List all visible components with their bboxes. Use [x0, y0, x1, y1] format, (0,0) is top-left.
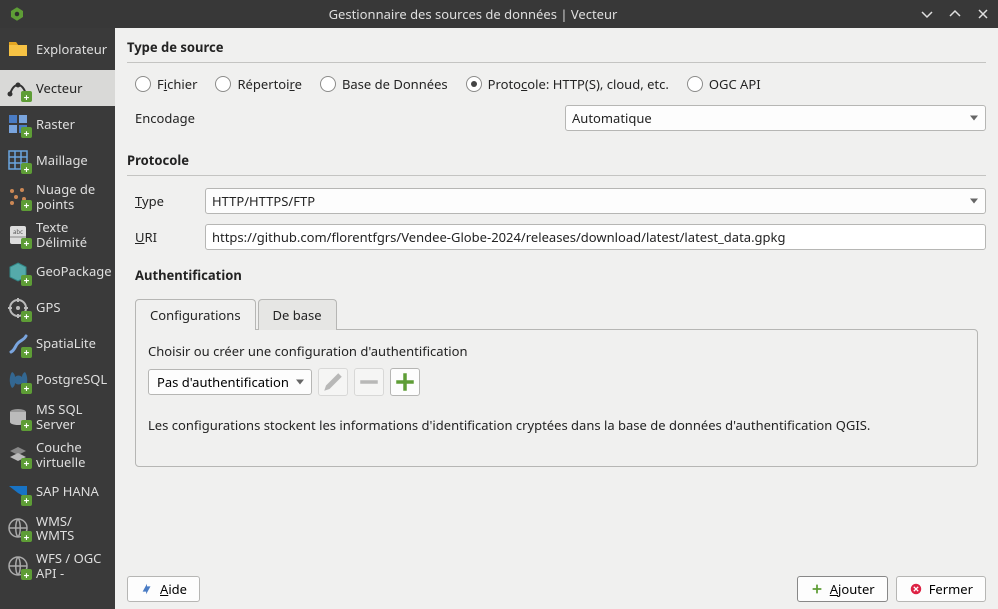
pointcloud-icon	[6, 185, 30, 209]
auth-note-text: Les configurations stockent les informat…	[148, 416, 965, 434]
protocol-uri-input[interactable]	[205, 224, 986, 250]
app-icon	[8, 5, 26, 23]
button-label: Fermer	[929, 580, 973, 598]
sidebar-item-maillage[interactable]: Maillage	[0, 142, 115, 178]
auth-choose-text: Choisir ou créer une configuration d'aut…	[148, 342, 965, 360]
radio-dot-icon	[215, 76, 231, 92]
vector-icon	[6, 76, 30, 100]
folder-icon	[6, 37, 30, 61]
sidebar-item-mssql[interactable]: MS SQL Server	[0, 398, 115, 436]
sidebar-item-label: Vecteur	[36, 81, 83, 96]
sidebar-item-explorateur[interactable]: Explorateur	[0, 28, 115, 70]
source-list-sidebar: Explorateur Vecteur Raster Maillage	[0, 28, 115, 609]
close-button[interactable]: Fermer	[896, 576, 986, 602]
saphana-icon	[6, 480, 30, 504]
mssql-icon	[6, 405, 30, 429]
maximize-button[interactable]	[948, 7, 962, 21]
spatialite-icon	[6, 332, 30, 356]
close-icon	[909, 582, 923, 596]
mesh-icon	[6, 148, 30, 172]
csv-icon: abc	[6, 223, 30, 247]
sidebar-item-label: Texte Délimité	[36, 220, 109, 250]
title-bar: Gestionnaire des sources de données | Ve…	[0, 0, 998, 28]
sidebar-item-couche-virtuelle[interactable]: Couche virtuelle	[0, 436, 115, 474]
auth-add-button[interactable]	[390, 368, 420, 396]
sidebar-item-label: MS SQL Server	[36, 402, 109, 432]
sidebar-item-raster[interactable]: Raster	[0, 106, 115, 142]
sidebar-item-label: Raster	[36, 117, 75, 132]
sidebar-item-wfs-ogc-api[interactable]: WFS / OGC API -	[0, 547, 115, 585]
protocol-header[interactable]: Protocole	[127, 141, 986, 176]
sidebar-item-label: SpatiaLite	[36, 336, 96, 351]
sidebar-item-label: Nuage de points	[36, 182, 109, 212]
sidebar-item-wms-wmts[interactable]: WMS/ WMTS	[0, 510, 115, 548]
button-label: Ajouter	[830, 580, 875, 598]
raster-icon	[6, 112, 30, 136]
sidebar-item-texte-delimite[interactable]: abc Texte Délimité	[0, 216, 115, 254]
tab-de-base[interactable]: De base	[258, 299, 337, 330]
radio-dot-icon	[466, 76, 482, 92]
wms-icon	[6, 516, 30, 540]
encoding-select[interactable]: Automatique	[565, 105, 986, 131]
sidebar-item-vecteur[interactable]: Vecteur	[0, 70, 115, 106]
sidebar-item-gps[interactable]: GPS	[0, 290, 115, 326]
sidebar-item-postgresql[interactable]: PostgreSQL	[0, 362, 115, 398]
radio-label: Protocole: HTTP(S), cloud, etc.	[488, 75, 669, 93]
sidebar-item-nuage-de-points[interactable]: Nuage de points	[0, 178, 115, 216]
radio-protocole[interactable]: Protocole: HTTP(S), cloud, etc.	[466, 75, 669, 93]
svg-text:abc: abc	[13, 228, 23, 236]
content-panel: Type de source Fichier Répertoire Base d…	[115, 28, 998, 609]
radio-label: OGC API	[709, 75, 761, 93]
sidebar-item-label: GeoPackage	[36, 264, 112, 279]
auth-tab-panel: Choisir ou créer une configuration d'aut…	[135, 329, 978, 467]
source-type-header[interactable]: Type de source	[127, 28, 986, 63]
source-type-radios: Fichier Répertoire Base de Données Proto…	[127, 75, 986, 93]
radio-base-de-donnees[interactable]: Base de Données	[320, 75, 448, 93]
sidebar-item-label: SAP HANA	[36, 484, 99, 499]
radio-dot-icon	[320, 76, 336, 92]
dialog-footer: Aide Ajouter Fermer	[115, 569, 998, 609]
radio-label: Base de Données	[342, 75, 448, 93]
sidebar-item-label: PostgreSQL	[36, 372, 107, 387]
close-window-button[interactable]	[976, 7, 990, 21]
minimize-button[interactable]	[920, 7, 934, 21]
sidebar-item-label: Explorateur	[36, 42, 107, 57]
sidebar-item-label: GPS	[36, 300, 60, 315]
sidebar-item-label: WFS / OGC API -	[36, 551, 109, 581]
sidebar-item-label: Maillage	[36, 153, 88, 168]
protocol-type-label: Type	[135, 192, 195, 210]
tab-configurations[interactable]: Configurations	[135, 299, 256, 330]
auth-edit-button[interactable]	[318, 368, 348, 396]
protocol-uri-label: URI	[135, 228, 195, 246]
sidebar-item-label: WMS/ WMTS	[36, 514, 74, 544]
sidebar-item-label: Couche virtuelle	[36, 440, 109, 470]
radio-dot-icon	[687, 76, 703, 92]
geopackage-icon	[6, 260, 30, 284]
add-button[interactable]: Ajouter	[797, 576, 888, 602]
encoding-label: Encodage	[135, 109, 555, 127]
radio-label: Fichier	[157, 75, 197, 93]
auth-tabs: Configurations De base	[135, 298, 978, 329]
sidebar-item-sap-hana[interactable]: SAP HANA	[0, 474, 115, 510]
window-title: Gestionnaire des sources de données | Ve…	[26, 5, 920, 23]
radio-ogc-api[interactable]: OGC API	[687, 75, 761, 93]
radio-label: Répertoire	[237, 75, 301, 93]
radio-repertoire[interactable]: Répertoire	[215, 75, 301, 93]
virtual-layer-icon	[6, 443, 30, 467]
plus-icon	[810, 582, 824, 596]
wfs-icon	[6, 554, 30, 578]
radio-dot-icon	[135, 76, 151, 92]
button-label: Aide	[160, 580, 187, 598]
help-icon	[140, 582, 154, 596]
help-button[interactable]: Aide	[127, 576, 200, 602]
postgres-icon	[6, 368, 30, 392]
gps-icon	[6, 296, 30, 320]
protocol-type-select[interactable]: HTTP/HTTPS/FTP	[205, 188, 986, 214]
sidebar-item-spatialite[interactable]: SpatiaLite	[0, 326, 115, 362]
auth-remove-button[interactable]	[354, 368, 384, 396]
radio-fichier[interactable]: Fichier	[135, 75, 197, 93]
auth-header[interactable]: Authentification	[127, 260, 986, 290]
auth-config-select[interactable]: Pas d'authentification	[148, 369, 312, 395]
sidebar-item-geopackage[interactable]: GeoPackage	[0, 254, 115, 290]
